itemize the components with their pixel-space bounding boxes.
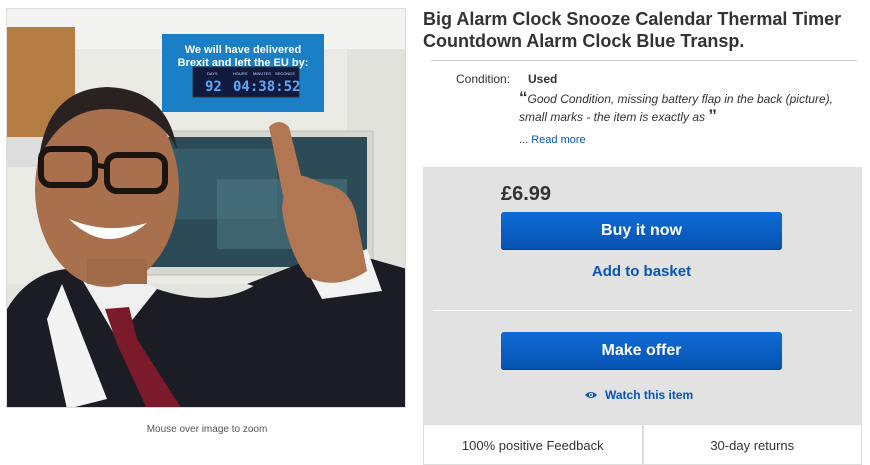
make-offer-button[interactable]: Make offer — [501, 332, 782, 370]
price: £6.99 — [501, 183, 552, 205]
returns-info: 30-day returns — [642, 425, 862, 465]
condition-more: ... Read more — [519, 134, 586, 146]
sign-text-line1: We will have delivered — [185, 44, 302, 56]
product-photo: We will have delivered Brexit and left t… — [7, 9, 405, 407]
eye-icon — [585, 392, 597, 398]
clock-label-days: DAYS — [207, 71, 218, 76]
condition-note: “Good Condition, missing battery flap in… — [519, 88, 849, 126]
ellipsis: ... — [519, 134, 529, 146]
buy-it-now-button[interactable]: Buy it now — [501, 212, 782, 250]
clock-label-seconds: SECONDS — [275, 71, 295, 76]
buy-box: £6.99 Buy it now Add to basket Make offe… — [423, 167, 862, 465]
read-more-link[interactable]: Read more — [531, 134, 585, 146]
clock-days: 92 — [205, 79, 222, 95]
open-quote-icon: “ — [519, 88, 528, 107]
feedback-info: 100% positive Feedback — [423, 425, 643, 465]
zoom-hint: Mouse over image to zoom — [146, 424, 268, 435]
product-image[interactable]: We will have delivered Brexit and left t… — [6, 8, 406, 408]
watch-item-label: Watch this item — [605, 388, 694, 402]
buy-box-divider — [433, 310, 852, 311]
add-to-basket-link[interactable]: Add to basket — [501, 263, 782, 280]
condition-note-text: Good Condition, missing battery flap in … — [519, 92, 833, 124]
watch-item-link[interactable]: Watch this item — [585, 388, 693, 402]
close-quote-icon: ” — [708, 106, 717, 125]
title-divider — [431, 60, 857, 61]
condition-value: Used — [528, 72, 558, 86]
condition-label: Condition: — [456, 72, 511, 86]
clock-label-hours: HOURS — [233, 71, 248, 76]
clock-time: 04:38:52 — [233, 79, 300, 95]
listing-title: Big Alarm Clock Snooze Calendar Thermal … — [423, 9, 842, 51]
clock-label-minutes: MINUTES — [253, 71, 271, 76]
buy-box-footer: 100% positive Feedback 30-day returns — [423, 424, 862, 465]
